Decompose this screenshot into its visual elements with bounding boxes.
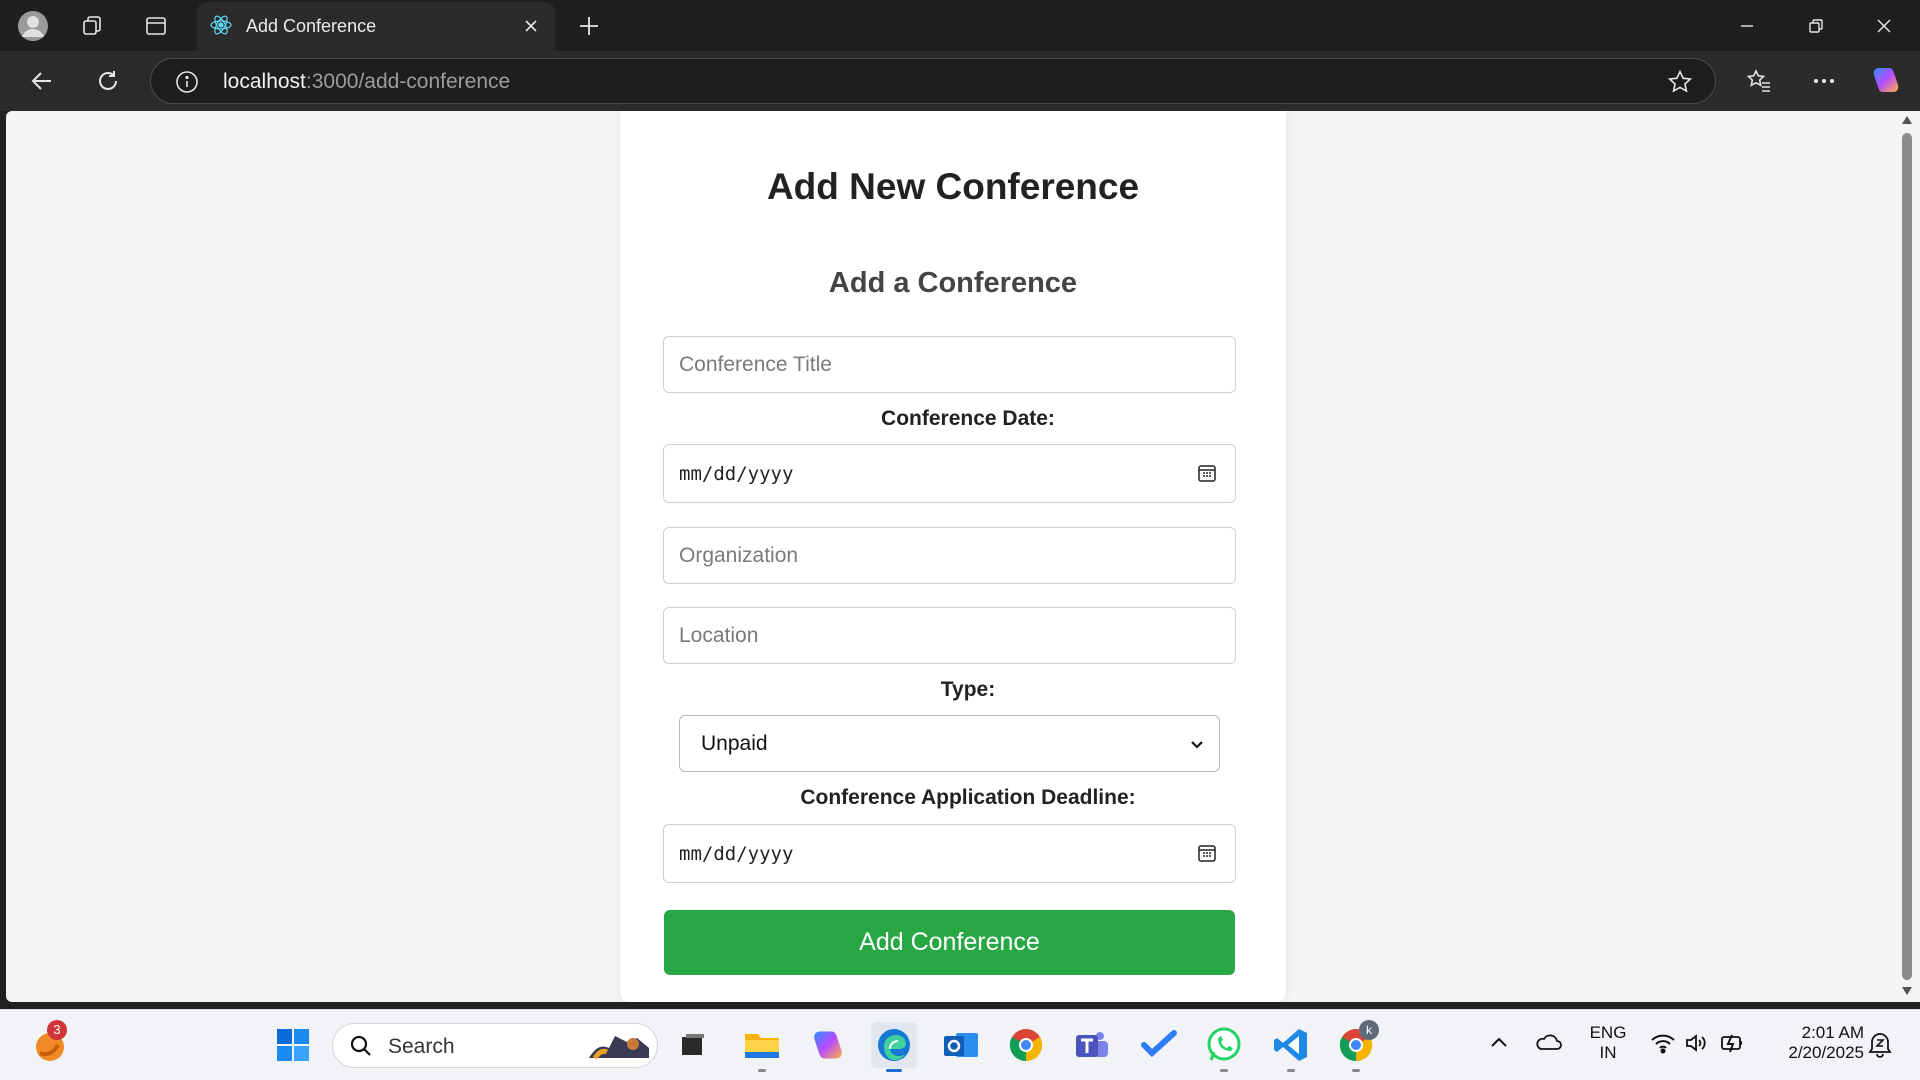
browser-title-bar: Add Conference (0, 0, 1920, 51)
deadline-label: Conference Application Deadline: (800, 786, 1136, 809)
task-view-icon[interactable] (670, 1022, 716, 1068)
conference-title-input[interactable]: Conference Title (663, 336, 1236, 393)
react-logo-icon (209, 13, 233, 37)
windows-taskbar: 3 Search k ENG IN 2:01 AM 2/20/2025 (0, 1009, 1920, 1080)
search-icon (349, 1034, 373, 1058)
favorites-icon[interactable] (1742, 64, 1776, 98)
address-bar[interactable]: localhost:3000/add-conference (150, 58, 1716, 104)
clock-time: 2:01 AM (1801, 1023, 1864, 1042)
conference-form-card: Add New Conference Add a Conference Conf… (620, 111, 1286, 1002)
conference-title-placeholder: Conference Title (679, 352, 832, 376)
type-selected-value: Unpaid (701, 731, 768, 755)
new-tab-icon[interactable] (572, 9, 606, 43)
minimize-icon[interactable] (1713, 0, 1781, 51)
tab-title: Add Conference (246, 16, 377, 36)
system-clock[interactable]: 2:01 AM 2/20/2025 (1764, 1023, 1864, 1063)
restore-icon[interactable] (1782, 0, 1850, 51)
conference-date-value: mm/dd/yyyy (679, 462, 794, 485)
copilot-app-icon[interactable] (805, 1022, 851, 1068)
vscode-icon[interactable] (1268, 1022, 1314, 1072)
language-region: IN (1599, 1043, 1617, 1062)
type-select[interactable]: Unpaid (679, 715, 1220, 772)
battery-charging-icon[interactable] (1719, 1031, 1747, 1055)
url-text: localhost:3000/add-conference (223, 70, 511, 93)
scroll-down-arrow-icon[interactable] (1901, 986, 1913, 996)
chrome-profile-badge: k (1359, 1020, 1379, 1040)
edge-app-icon[interactable] (871, 1022, 917, 1072)
deadline-date-value: mm/dd/yyyy (679, 842, 794, 865)
location-input[interactable]: Location (663, 607, 1236, 664)
volume-icon[interactable] (1684, 1032, 1708, 1054)
widgets-badge: 3 (47, 1020, 67, 1040)
site-info-icon[interactable] (175, 70, 199, 94)
wifi-icon[interactable] (1650, 1032, 1676, 1054)
location-placeholder: Location (679, 623, 759, 647)
tab-actions-icon[interactable] (139, 9, 173, 43)
organization-input[interactable]: Organization (663, 527, 1236, 584)
running-indicator (1352, 1069, 1360, 1072)
onedrive-icon[interactable] (1534, 1032, 1562, 1052)
active-indicator (886, 1069, 902, 1072)
show-hidden-icons-chevron-icon[interactable] (1490, 1035, 1508, 1049)
running-indicator (1220, 1069, 1228, 1072)
page-title: Add New Conference (766, 166, 1140, 207)
widgets-icon[interactable]: 3 (25, 1020, 71, 1068)
more-options-icon[interactable] (1807, 64, 1841, 98)
running-indicator (758, 1069, 766, 1072)
close-tab-icon[interactable] (517, 12, 545, 40)
todo-icon[interactable] (1136, 1022, 1182, 1068)
scrollbar-thumb[interactable] (1902, 133, 1912, 980)
search-label: Search (388, 1035, 455, 1058)
deadline-date-input[interactable]: mm/dd/yyyy (663, 824, 1236, 883)
page-viewport: Add New Conference Add a Conference Conf… (6, 111, 1894, 1002)
chevron-down-icon (1189, 736, 1205, 752)
refresh-icon[interactable] (91, 64, 125, 98)
organization-placeholder: Organization (679, 543, 799, 567)
add-conference-button[interactable]: Add Conference (664, 910, 1235, 975)
conference-date-label: Conference Date: (881, 407, 1055, 430)
language-indicator[interactable]: ENG IN (1583, 1023, 1633, 1063)
type-label: Type: (940, 678, 996, 701)
chrome-profile-icon[interactable]: k (1333, 1020, 1379, 1072)
start-windows-icon[interactable] (270, 1022, 316, 1068)
file-explorer-icon[interactable] (739, 1022, 785, 1072)
copilot-icon[interactable] (1869, 63, 1903, 97)
whatsapp-icon[interactable] (1201, 1022, 1247, 1072)
notifications-bell-icon[interactable] (1867, 1030, 1893, 1058)
favorite-star-icon[interactable] (1667, 69, 1693, 95)
running-indicator (1287, 1069, 1295, 1072)
calendar-icon[interactable] (1197, 463, 1217, 483)
scroll-up-arrow-icon[interactable] (1901, 115, 1913, 125)
clock-date: 2/20/2025 (1788, 1043, 1864, 1062)
outlook-icon[interactable] (938, 1022, 984, 1068)
language-code: ENG (1589, 1023, 1627, 1042)
back-icon[interactable] (25, 64, 59, 98)
conference-date-input[interactable]: mm/dd/yyyy (663, 444, 1236, 503)
form-title: Add a Conference (828, 267, 1078, 299)
teams-icon[interactable] (1069, 1022, 1115, 1068)
search-highlight-image-icon (585, 1030, 653, 1062)
workspaces-icon[interactable] (76, 9, 110, 43)
browser-toolbar: localhost:3000/add-conference (0, 51, 1920, 111)
taskbar-search-box[interactable]: Search (332, 1023, 658, 1068)
profile-avatar-icon[interactable] (16, 9, 50, 43)
tab-add-conference[interactable]: Add Conference (197, 2, 555, 51)
page-scrollbar[interactable] (1894, 111, 1920, 1002)
calendar-icon[interactable] (1197, 843, 1217, 863)
close-window-icon[interactable] (1850, 0, 1918, 51)
chrome-icon[interactable] (1003, 1022, 1049, 1068)
